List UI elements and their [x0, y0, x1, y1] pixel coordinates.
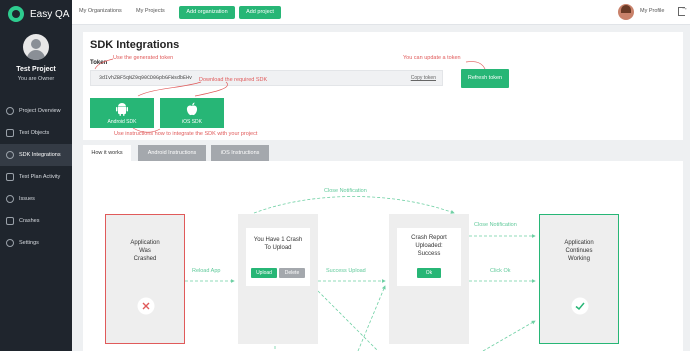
tab-how-it-works[interactable]: How it works — [83, 145, 131, 161]
sdk-icon — [6, 151, 14, 159]
top-bar: My Organizations My Projects Add organiz… — [72, 0, 690, 25]
sidebar-item-sdk-integrations[interactable]: SDK Integrations — [0, 144, 72, 166]
easyqa-logo-icon — [8, 6, 24, 22]
sidebar-item-label: Test Plan Activity — [19, 174, 61, 180]
clock-icon — [6, 107, 14, 115]
app-crashed-step: Application Was Crashed — [105, 214, 185, 344]
brand-logo[interactable]: Easy QA — [8, 6, 69, 22]
app-continues-text: Application Continues Working — [564, 240, 594, 262]
sidebar-item-test-objects[interactable]: Test Objects — [0, 122, 72, 144]
sidebar-item-settings[interactable]: Settings — [0, 232, 72, 254]
crash-icon — [6, 217, 14, 225]
report-uploaded-text: Crash Report Uploaded: Success — [411, 235, 447, 257]
instruction-tabs: How it works Android Instructions iOS In… — [83, 145, 683, 161]
report-uploaded-step: Crash Report Uploaded: Success Ok — [389, 214, 469, 344]
click-ok-label: Click Ok — [490, 268, 511, 274]
sidebar-item-label: Settings — [19, 240, 39, 246]
reload-app-label: Reload App — [192, 268, 221, 274]
app-continues-step: Application Continues Working — [539, 214, 619, 344]
sidebar-item-label: Issues — [19, 196, 35, 202]
my-projects-link[interactable]: My Projects — [136, 8, 165, 14]
upload-dialog: You Have 1 Crash To Upload Upload Delete — [246, 228, 310, 286]
error-icon — [137, 297, 155, 315]
annotation-instructions: Use instructions how to integrate the SD… — [114, 131, 258, 137]
my-organizations-link[interactable]: My Organizations — [79, 8, 122, 14]
upload-button[interactable]: Upload — [251, 268, 277, 278]
my-profile-link[interactable]: My Profile — [640, 8, 664, 14]
tab-android-instructions[interactable]: Android Instructions — [138, 145, 206, 161]
sidebar-item-issues[interactable]: Issues — [0, 188, 72, 210]
how-it-works-panel: Application Was Crashed You Have 1 Crash… — [83, 161, 683, 351]
sidebar-item-label: Crashes — [19, 218, 40, 224]
close-notification-label: Close Notification — [474, 222, 517, 228]
annotation-update-token: You can update a token — [403, 55, 461, 61]
annotation-download-sdk: Download the required SDK — [199, 77, 268, 83]
profile-avatar[interactable] — [618, 4, 634, 20]
project-name: Test Project — [16, 66, 56, 73]
tab-ios-instructions[interactable]: iOS Instructions — [211, 145, 269, 161]
success-upload-label: Success Upload — [326, 268, 366, 274]
sidebar-item-crashes[interactable]: Crashes — [0, 210, 72, 232]
bug-icon — [6, 195, 14, 203]
report-dialog: Crash Report Uploaded: Success Ok — [397, 228, 461, 286]
sidebar-item-label: SDK Integrations — [19, 152, 61, 158]
add-organization-button[interactable]: Add organization — [179, 6, 235, 19]
project-avatar — [23, 34, 49, 60]
sidebar-item-project-overview[interactable]: Project Overview — [0, 100, 72, 122]
project-role: You are Owner — [17, 76, 55, 82]
delete-button[interactable]: Delete — [279, 268, 305, 278]
app-crashed-text: Application Was Crashed — [130, 240, 160, 262]
sidebar-item-label: Test Objects — [19, 130, 50, 136]
folder-icon — [6, 129, 14, 137]
check-icon — [571, 297, 589, 315]
brand-name: Easy QA — [30, 8, 70, 20]
close-notification-label: Close Notification — [324, 188, 367, 194]
sdk-integrations-card: SDK Integrations Token 3dIvhZBF5qNZ9q90C… — [83, 32, 683, 140]
annotation-arrows — [94, 58, 486, 133]
upload-prompt-step: You Have 1 Crash To Upload Upload Delete — [238, 214, 318, 344]
logout-icon[interactable] — [678, 5, 688, 16]
annotation-use-token: Use the generated token — [113, 55, 174, 61]
add-project-button[interactable]: Add project — [239, 6, 281, 19]
upload-prompt-text: You Have 1 Crash To Upload — [253, 237, 303, 251]
sidebar-item-test-plan-activity[interactable]: Test Plan Activity — [0, 166, 72, 188]
gear-icon — [6, 239, 14, 247]
ok-button[interactable]: Ok — [417, 268, 441, 278]
activity-icon — [6, 173, 14, 181]
sidebar-item-label: Project Overview — [19, 108, 61, 114]
sidebar-nav: Project Overview Test Objects SDK Integr… — [0, 100, 72, 254]
sidebar: Easy QA Test Project You are Owner Proje… — [0, 0, 72, 351]
